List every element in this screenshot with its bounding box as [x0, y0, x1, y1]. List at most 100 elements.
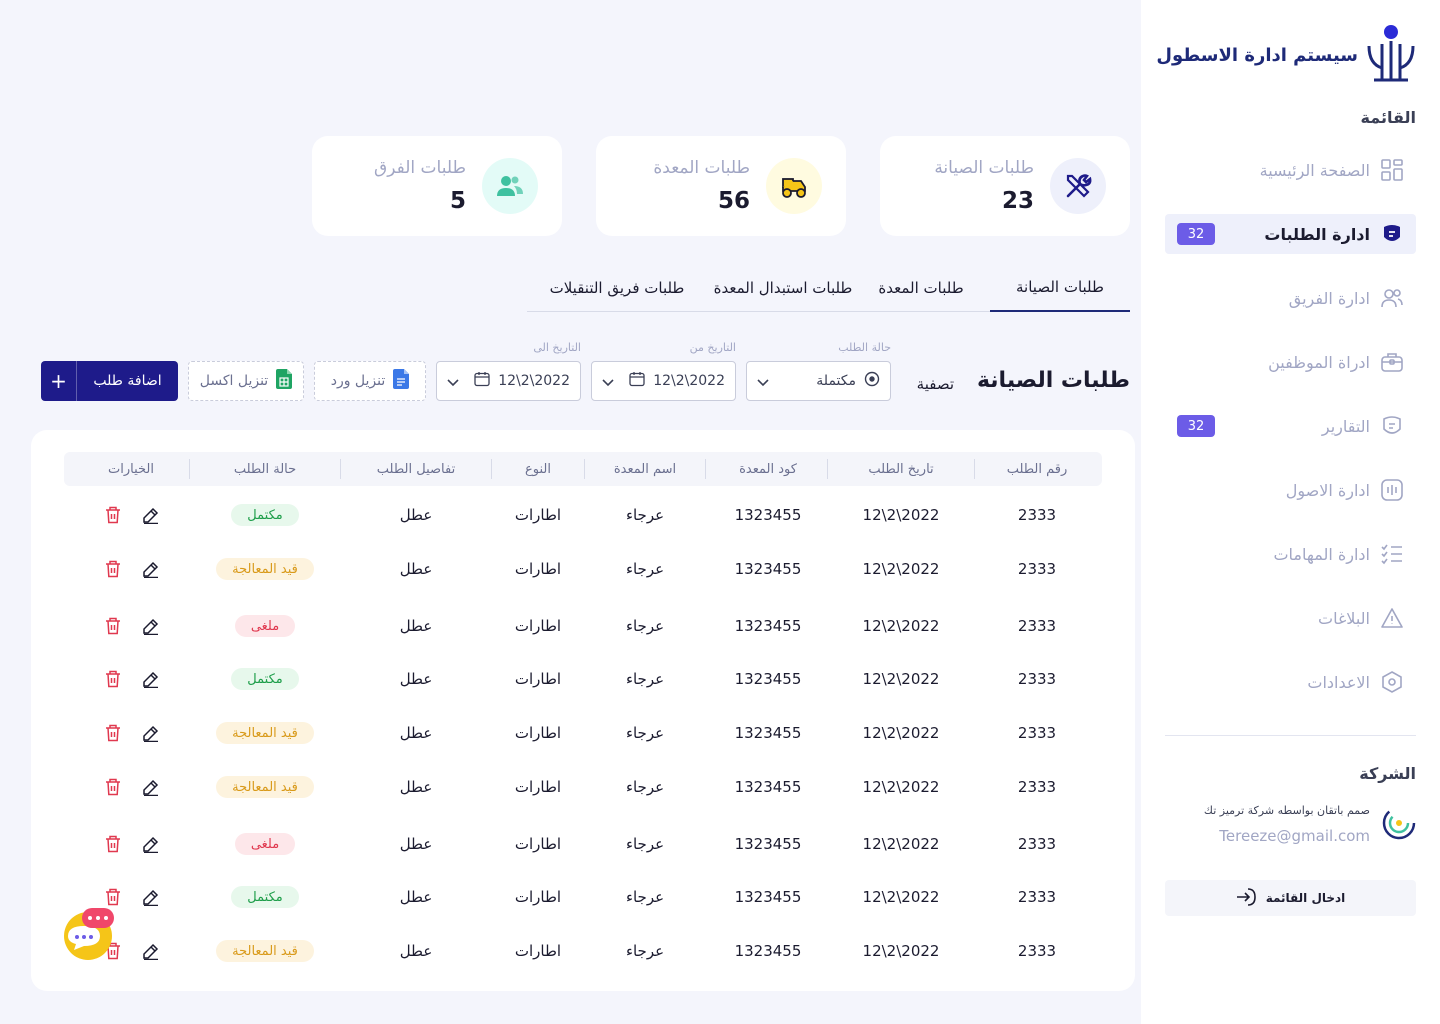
status-select[interactable]: مكتملة: [746, 361, 891, 401]
count-badge: 32: [1177, 415, 1215, 437]
edit-icon[interactable]: [141, 505, 161, 525]
edit-icon[interactable]: [141, 887, 161, 907]
briefcase-icon: [1380, 350, 1404, 374]
stat-card-maintenance: طلبات الصيانة 23: [880, 136, 1130, 236]
table-cell-id: 2333: [1017, 617, 1057, 635]
request-tabs: طلبات الصيانة طلبات المعدة طلبات استبدال…: [527, 264, 1130, 312]
edit-icon[interactable]: [141, 616, 161, 636]
date-from-value: 12\2\2022: [653, 373, 725, 389]
requests-icon: [1380, 222, 1404, 246]
sidebar-item-settings[interactable]: الاعدادات: [1165, 662, 1416, 702]
trash-icon[interactable]: [103, 834, 123, 854]
status-caption: حالة الطلب: [838, 341, 891, 354]
table-cell-id: 2333: [1017, 724, 1057, 742]
dashboard-icon: [1380, 158, 1404, 182]
edit-icon[interactable]: [141, 941, 161, 961]
date-from-input[interactable]: 12\2\2022: [591, 361, 736, 401]
table-header-cell: كود المعدة: [739, 461, 797, 477]
company-heading: الشركة: [1359, 764, 1416, 783]
add-request-button[interactable]: + اضافة طلب: [41, 361, 178, 401]
table-cell-name: عرجاء: [625, 835, 665, 853]
assets-icon: [1380, 478, 1404, 502]
edit-icon[interactable]: [141, 723, 161, 743]
table-cell-code: 1323455: [734, 724, 802, 742]
table-cell-type: اطارات: [514, 724, 562, 742]
table-cell-status: ملغى: [195, 824, 335, 864]
stat-card-equipment: طلبات المعدة 56: [596, 136, 846, 236]
table-cell-details: عطل: [399, 942, 433, 960]
sidebar-item-tasks[interactable]: ادارة المهامات: [1165, 534, 1416, 574]
trash-icon[interactable]: [103, 505, 123, 525]
company-logo-icon: [1382, 806, 1416, 844]
table-header: رقم الطلب تاريخ الطلب كود المعدة اسم المعدة…: [64, 452, 1102, 486]
company-credit: صمم باتقان بواسطه شركة ترميز تك: [1203, 804, 1370, 817]
stat-value: 56: [717, 188, 750, 214]
table-cell-id: 2333: [1017, 888, 1057, 906]
table-cell-date: 12\2\2022: [862, 724, 940, 742]
sidebar-item-label: ادارة المهامات: [1273, 544, 1370, 564]
table-cell-status: مكتمل: [195, 659, 335, 699]
sidebar-item-employees[interactable]: ادراة الموظفين: [1165, 342, 1416, 382]
edit-icon[interactable]: [141, 559, 161, 579]
date-to-input[interactable]: 12\2\2022: [436, 361, 581, 401]
table-cell-name: عرجاء: [625, 942, 665, 960]
table-cell-details: عطل: [399, 506, 433, 524]
status-badge: ملغى: [234, 833, 296, 855]
download-excel-button[interactable]: تنزيل اكسل: [188, 361, 304, 401]
chat-icon: [62, 908, 118, 966]
table-cell-type: اطارات: [514, 888, 562, 906]
enter-menu-button[interactable]: ادخال القائمة: [1165, 880, 1416, 916]
tab-equipment-replacement-requests[interactable]: طلبات استبدال المعدة: [703, 264, 863, 312]
chat-bubble-button[interactable]: [62, 906, 118, 962]
sidebar-item-home[interactable]: الصفحة الرئيسية: [1165, 150, 1416, 190]
edit-icon[interactable]: [141, 777, 161, 797]
trash-icon[interactable]: [103, 669, 123, 689]
sidebar-item-alerts[interactable]: البلاغات: [1165, 598, 1416, 638]
trash-icon[interactable]: [103, 723, 123, 743]
tractor-icon: [766, 158, 822, 214]
trash-icon[interactable]: [103, 559, 123, 579]
sheet-icon: [276, 369, 293, 393]
status-badge: مكتمل: [231, 504, 299, 526]
table-cell-id: 2333: [1017, 835, 1057, 853]
sidebar-item-reports[interactable]: التقارير 32: [1165, 406, 1416, 446]
stat-label: طلبات الفرق: [374, 158, 466, 178]
trash-icon[interactable]: [103, 777, 123, 797]
sidebar: سيستم ادارة الاسطول القائمة الصفحة الرئي…: [1141, 0, 1440, 1024]
sidebar-item-requests[interactable]: ادارة الطلبات 32: [1165, 214, 1416, 254]
table-header-cell: النوع: [525, 461, 551, 477]
table-cell-details: عطل: [399, 560, 433, 578]
table-cell-type: اطارات: [514, 560, 562, 578]
sidebar-item-label: البلاغات: [1318, 608, 1370, 628]
team-icon: [1380, 286, 1404, 310]
table-cell-details: عطل: [399, 888, 433, 906]
date-from-caption: التاريخ من: [689, 341, 736, 354]
download-excel-label: تنزيل اكسل: [199, 373, 269, 389]
table-row: 2333 12\2\2022 1323455 عرجاء اطارات عطل مكتمل: [31, 877, 1135, 917]
date-to-value: 12\2\2022: [498, 373, 570, 389]
tasks-icon: [1380, 542, 1404, 566]
sidebar-item-assets[interactable]: ادارة الاصول: [1165, 470, 1416, 510]
status-badge: قيد المعالجة: [216, 558, 314, 580]
table-cell-code: 1323455: [734, 778, 802, 796]
download-word-button[interactable]: تنزيل ورد: [314, 361, 426, 401]
login-icon: [1236, 887, 1256, 910]
table-row: 2333 12\2\2022 1323455 عرجاء اطارات عطل قيد ال…: [31, 713, 1135, 753]
tab-equipment-requests[interactable]: طلبات المعدة: [867, 264, 975, 312]
brand-title: سيستم ادارة الاسطول: [1156, 44, 1358, 66]
edit-icon[interactable]: [141, 834, 161, 854]
header-separator: [827, 459, 828, 479]
edit-icon[interactable]: [141, 669, 161, 689]
reports-icon: [1380, 414, 1404, 438]
table-cell-name: عرجاء: [625, 778, 665, 796]
sidebar-item-label: الاعدادات: [1307, 672, 1370, 692]
trash-icon[interactable]: [103, 616, 123, 636]
table-cell-details: عطل: [399, 617, 433, 635]
table-cell-status: قيد المعالجة: [195, 549, 335, 589]
trash-icon[interactable]: [103, 887, 123, 907]
enter-menu-label: ادخال القائمة: [1265, 891, 1346, 905]
tab-transfer-team-requests[interactable]: طلبات فريق التنقيلات: [537, 264, 697, 312]
tab-maintenance-requests[interactable]: طلبات الصيانة: [990, 264, 1130, 312]
table-cell-code: 1323455: [734, 942, 802, 960]
sidebar-item-team[interactable]: ادارة الفريق: [1165, 278, 1416, 318]
